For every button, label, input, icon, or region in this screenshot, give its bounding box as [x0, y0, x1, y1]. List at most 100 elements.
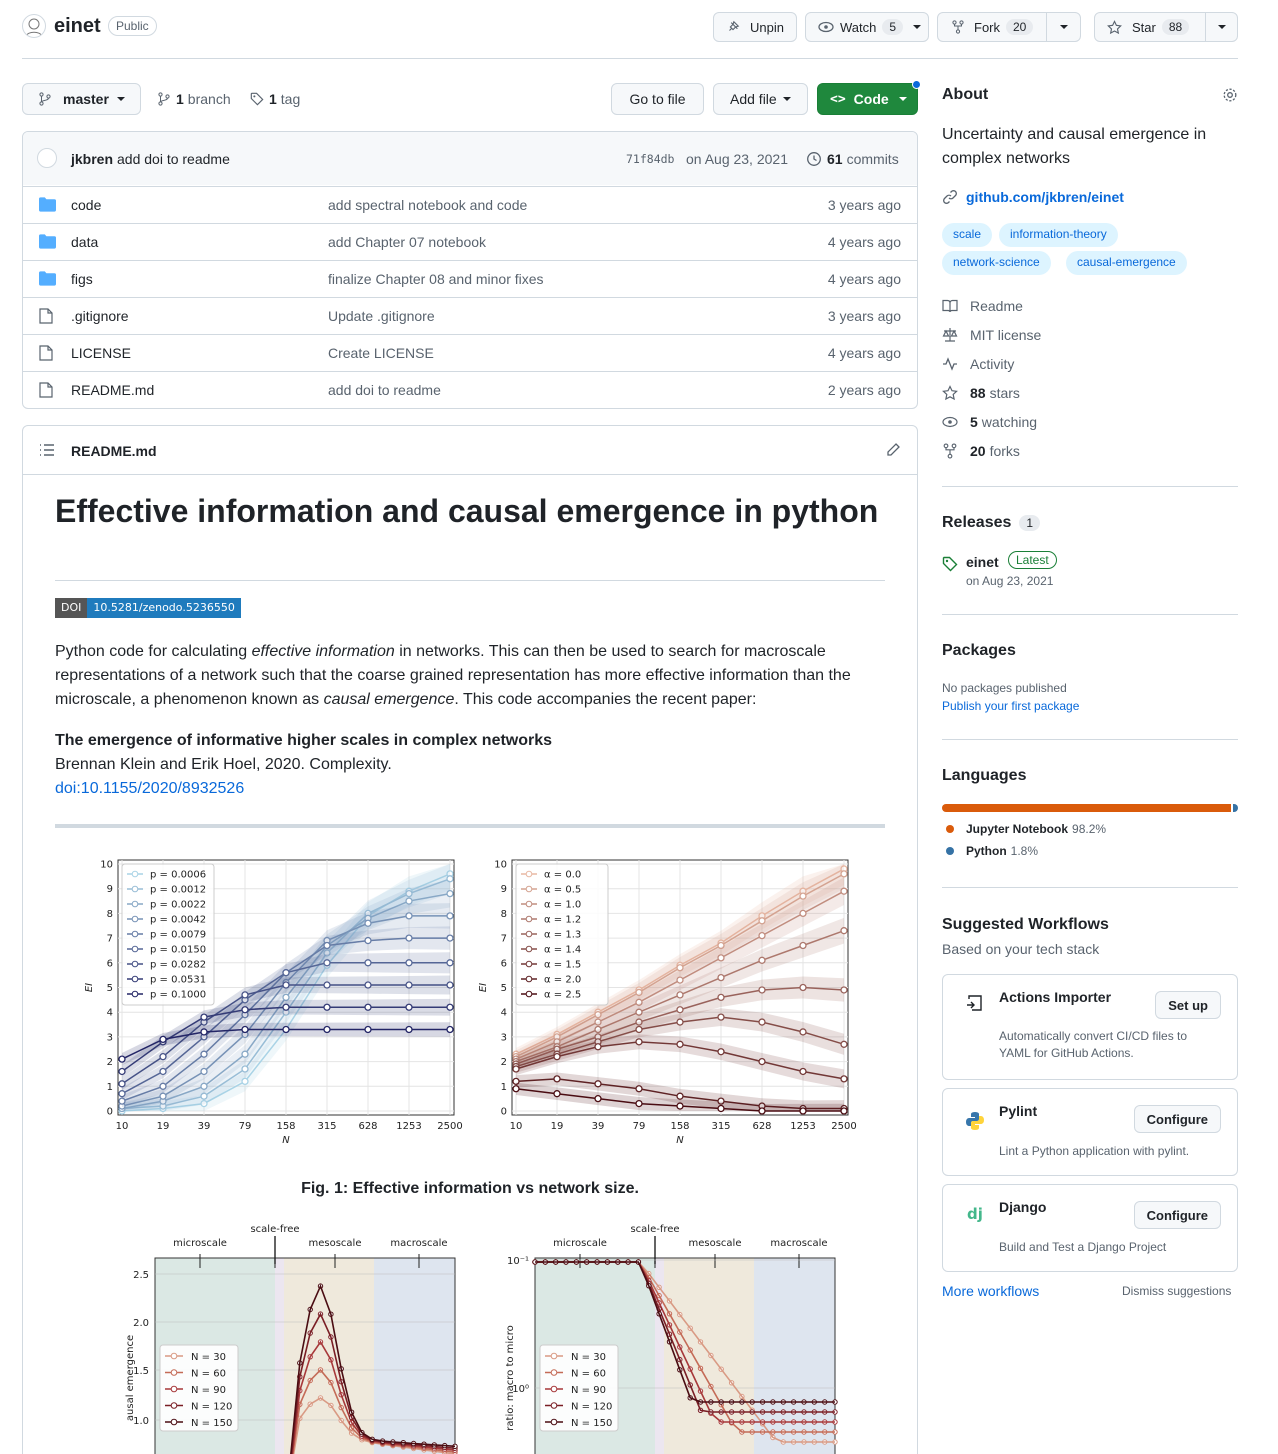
legend-marker — [525, 990, 533, 998]
file-name[interactable]: .gitignore — [71, 308, 129, 324]
folder-icon — [39, 271, 56, 289]
paper-authors: Brennan Klein and Erik Hoel, 2020. Compl… — [55, 756, 392, 773]
legend-marker — [131, 975, 139, 983]
branches-link[interactable]: 1 branch — [158, 91, 231, 107]
repo-homepage[interactable]: github.com/jkbren/einet — [942, 189, 1124, 205]
x-tick-label: 79 — [239, 1121, 252, 1132]
configure-button[interactable]: Configure — [1133, 1105, 1221, 1133]
x-tick-label: 2500 — [437, 1121, 462, 1132]
star-dropdown[interactable] — [1205, 12, 1238, 42]
file-name[interactable]: code — [71, 197, 101, 213]
forks-link[interactable]: 20 forks — [942, 443, 1020, 459]
file-name[interactable]: figs — [71, 271, 93, 287]
license-link[interactable]: MIT license — [942, 327, 1041, 343]
star-button[interactable]: Star 88 — [1094, 12, 1206, 42]
topic-tag[interactable]: network-science — [942, 251, 1051, 275]
add-file-button[interactable]: Add file — [713, 83, 808, 115]
configure-button[interactable]: Configure — [1133, 1201, 1221, 1229]
data-point — [446, 934, 454, 942]
data-point — [200, 1013, 208, 1021]
go-to-file-button[interactable]: Go to file — [611, 83, 704, 115]
file-commit-message[interactable]: finalize Chapter 08 and minor fixes — [328, 271, 544, 287]
file-commit-message[interactable]: add Chapter 07 notebook — [328, 234, 486, 250]
x-tick-label: 628 — [752, 1121, 771, 1132]
file-icon — [39, 382, 53, 401]
watching-link[interactable]: 5 watching — [942, 414, 1037, 430]
y-tick-label: 4 — [501, 1008, 507, 1019]
repo-description: Uncertainty and causal emergence in comp… — [942, 126, 1207, 167]
topic-tag[interactable]: scale — [942, 223, 993, 247]
dismiss-suggestions-link[interactable]: Dismiss suggestions — [1122, 1284, 1231, 1298]
file-commit-message[interactable]: Update .gitignore — [328, 308, 435, 324]
commits-link[interactable]: 61 commits — [806, 151, 899, 167]
file-row[interactable]: README.md add doi to readme 2 years ago — [23, 371, 917, 408]
readme-title: Effective information and causal emergen… — [55, 493, 879, 529]
release-name[interactable]: einet — [966, 554, 999, 570]
workflow-card: Pylint Lint a Python application with py… — [942, 1088, 1238, 1176]
publish-package-link[interactable]: Publish your first package — [942, 699, 1079, 713]
readme-link[interactable]: Readme — [942, 298, 1023, 314]
tags-link[interactable]: 1 tag — [250, 91, 300, 107]
folder-icon — [39, 234, 56, 252]
gear-icon[interactable] — [1222, 87, 1238, 106]
legend-label: N = 120 — [191, 1402, 232, 1413]
file-name[interactable]: LICENSE — [71, 345, 131, 361]
file-row[interactable]: LICENSE Create LICENSE 4 years ago — [23, 334, 917, 371]
topic-tag[interactable]: information-theory — [999, 223, 1118, 247]
setup-button[interactable]: Set up — [1155, 991, 1221, 1019]
packages-heading[interactable]: Packages — [942, 642, 1016, 660]
commit-message[interactable]: add doi to readme — [117, 151, 230, 167]
file-row[interactable]: figs finalize Chapter 08 and minor fixes… — [23, 260, 917, 297]
data-point — [241, 1065, 249, 1073]
edit-pencil-icon[interactable] — [885, 442, 901, 461]
fork-dropdown[interactable] — [1046, 12, 1081, 42]
commit-hash[interactable]: 71f84db — [626, 152, 674, 166]
data-point — [758, 931, 766, 940]
code-button[interactable]: <> Code — [817, 83, 918, 115]
doi-badge[interactable]: DOI 10.5281/zenodo.5236550 — [55, 598, 241, 618]
notification-dot — [912, 80, 921, 89]
data-point — [594, 1080, 602, 1088]
file-name[interactable]: data — [71, 234, 98, 250]
activity-link[interactable]: Activity — [942, 356, 1014, 372]
data-point — [323, 941, 331, 950]
topic-tag[interactable]: causal-emergence — [1066, 251, 1187, 275]
paper-doi-link[interactable]: doi:10.1155/2020/8932526 — [55, 777, 244, 801]
readme-filename[interactable]: README.md — [71, 443, 157, 459]
file-row[interactable]: code add spectral notebook and code 3 ye… — [23, 186, 917, 223]
header-divider — [22, 58, 1238, 59]
commit-avatar[interactable] — [37, 148, 57, 168]
watch-button[interactable]: Watch 5 — [805, 12, 929, 42]
language-item[interactable]: Python 1.8% — [946, 844, 1038, 858]
data-point — [799, 1107, 807, 1115]
x-tick-label: 39 — [198, 1121, 211, 1132]
pulse-icon — [943, 357, 957, 371]
file-commit-message[interactable]: add spectral notebook and code — [328, 197, 527, 213]
unpin-button[interactable]: Unpin — [713, 12, 797, 42]
branch-select[interactable]: master — [22, 83, 141, 115]
x-tick-label: 315 — [711, 1121, 730, 1132]
region-label: microscale — [553, 1238, 607, 1249]
file-row[interactable]: data add Chapter 07 notebook 4 years ago — [23, 223, 917, 260]
avatar[interactable] — [22, 14, 46, 38]
file-commit-message[interactable]: add doi to readme — [328, 382, 441, 398]
commit-author[interactable]: jkbren — [71, 151, 113, 167]
stars-link[interactable]: 88 stars — [942, 385, 1020, 401]
more-workflows-link[interactable]: More workflows — [942, 1283, 1039, 1299]
file-commit-message[interactable]: Create LICENSE — [328, 345, 434, 361]
legend-label: N = 90 — [191, 1385, 226, 1396]
data-point — [241, 1050, 249, 1058]
data-point — [676, 1040, 684, 1048]
fork-button[interactable]: Fork 20 — [937, 12, 1047, 42]
data-point — [799, 1067, 807, 1076]
repo-name[interactable]: einet — [54, 15, 101, 38]
file-name[interactable]: README.md — [71, 382, 154, 398]
y-tick-label: 2.5 — [133, 1270, 149, 1281]
data-point — [799, 892, 807, 900]
language-item[interactable]: Jupyter Notebook 98.2% — [946, 822, 1106, 836]
releases-heading[interactable]: Releases 1 — [942, 514, 1041, 532]
readme-intro: Python code for calculating effective in… — [55, 643, 851, 708]
outline-icon[interactable] — [39, 443, 55, 460]
legend-label: p = 0.0079 — [150, 930, 206, 941]
file-row[interactable]: .gitignore Update .gitignore 3 years ago — [23, 297, 917, 334]
